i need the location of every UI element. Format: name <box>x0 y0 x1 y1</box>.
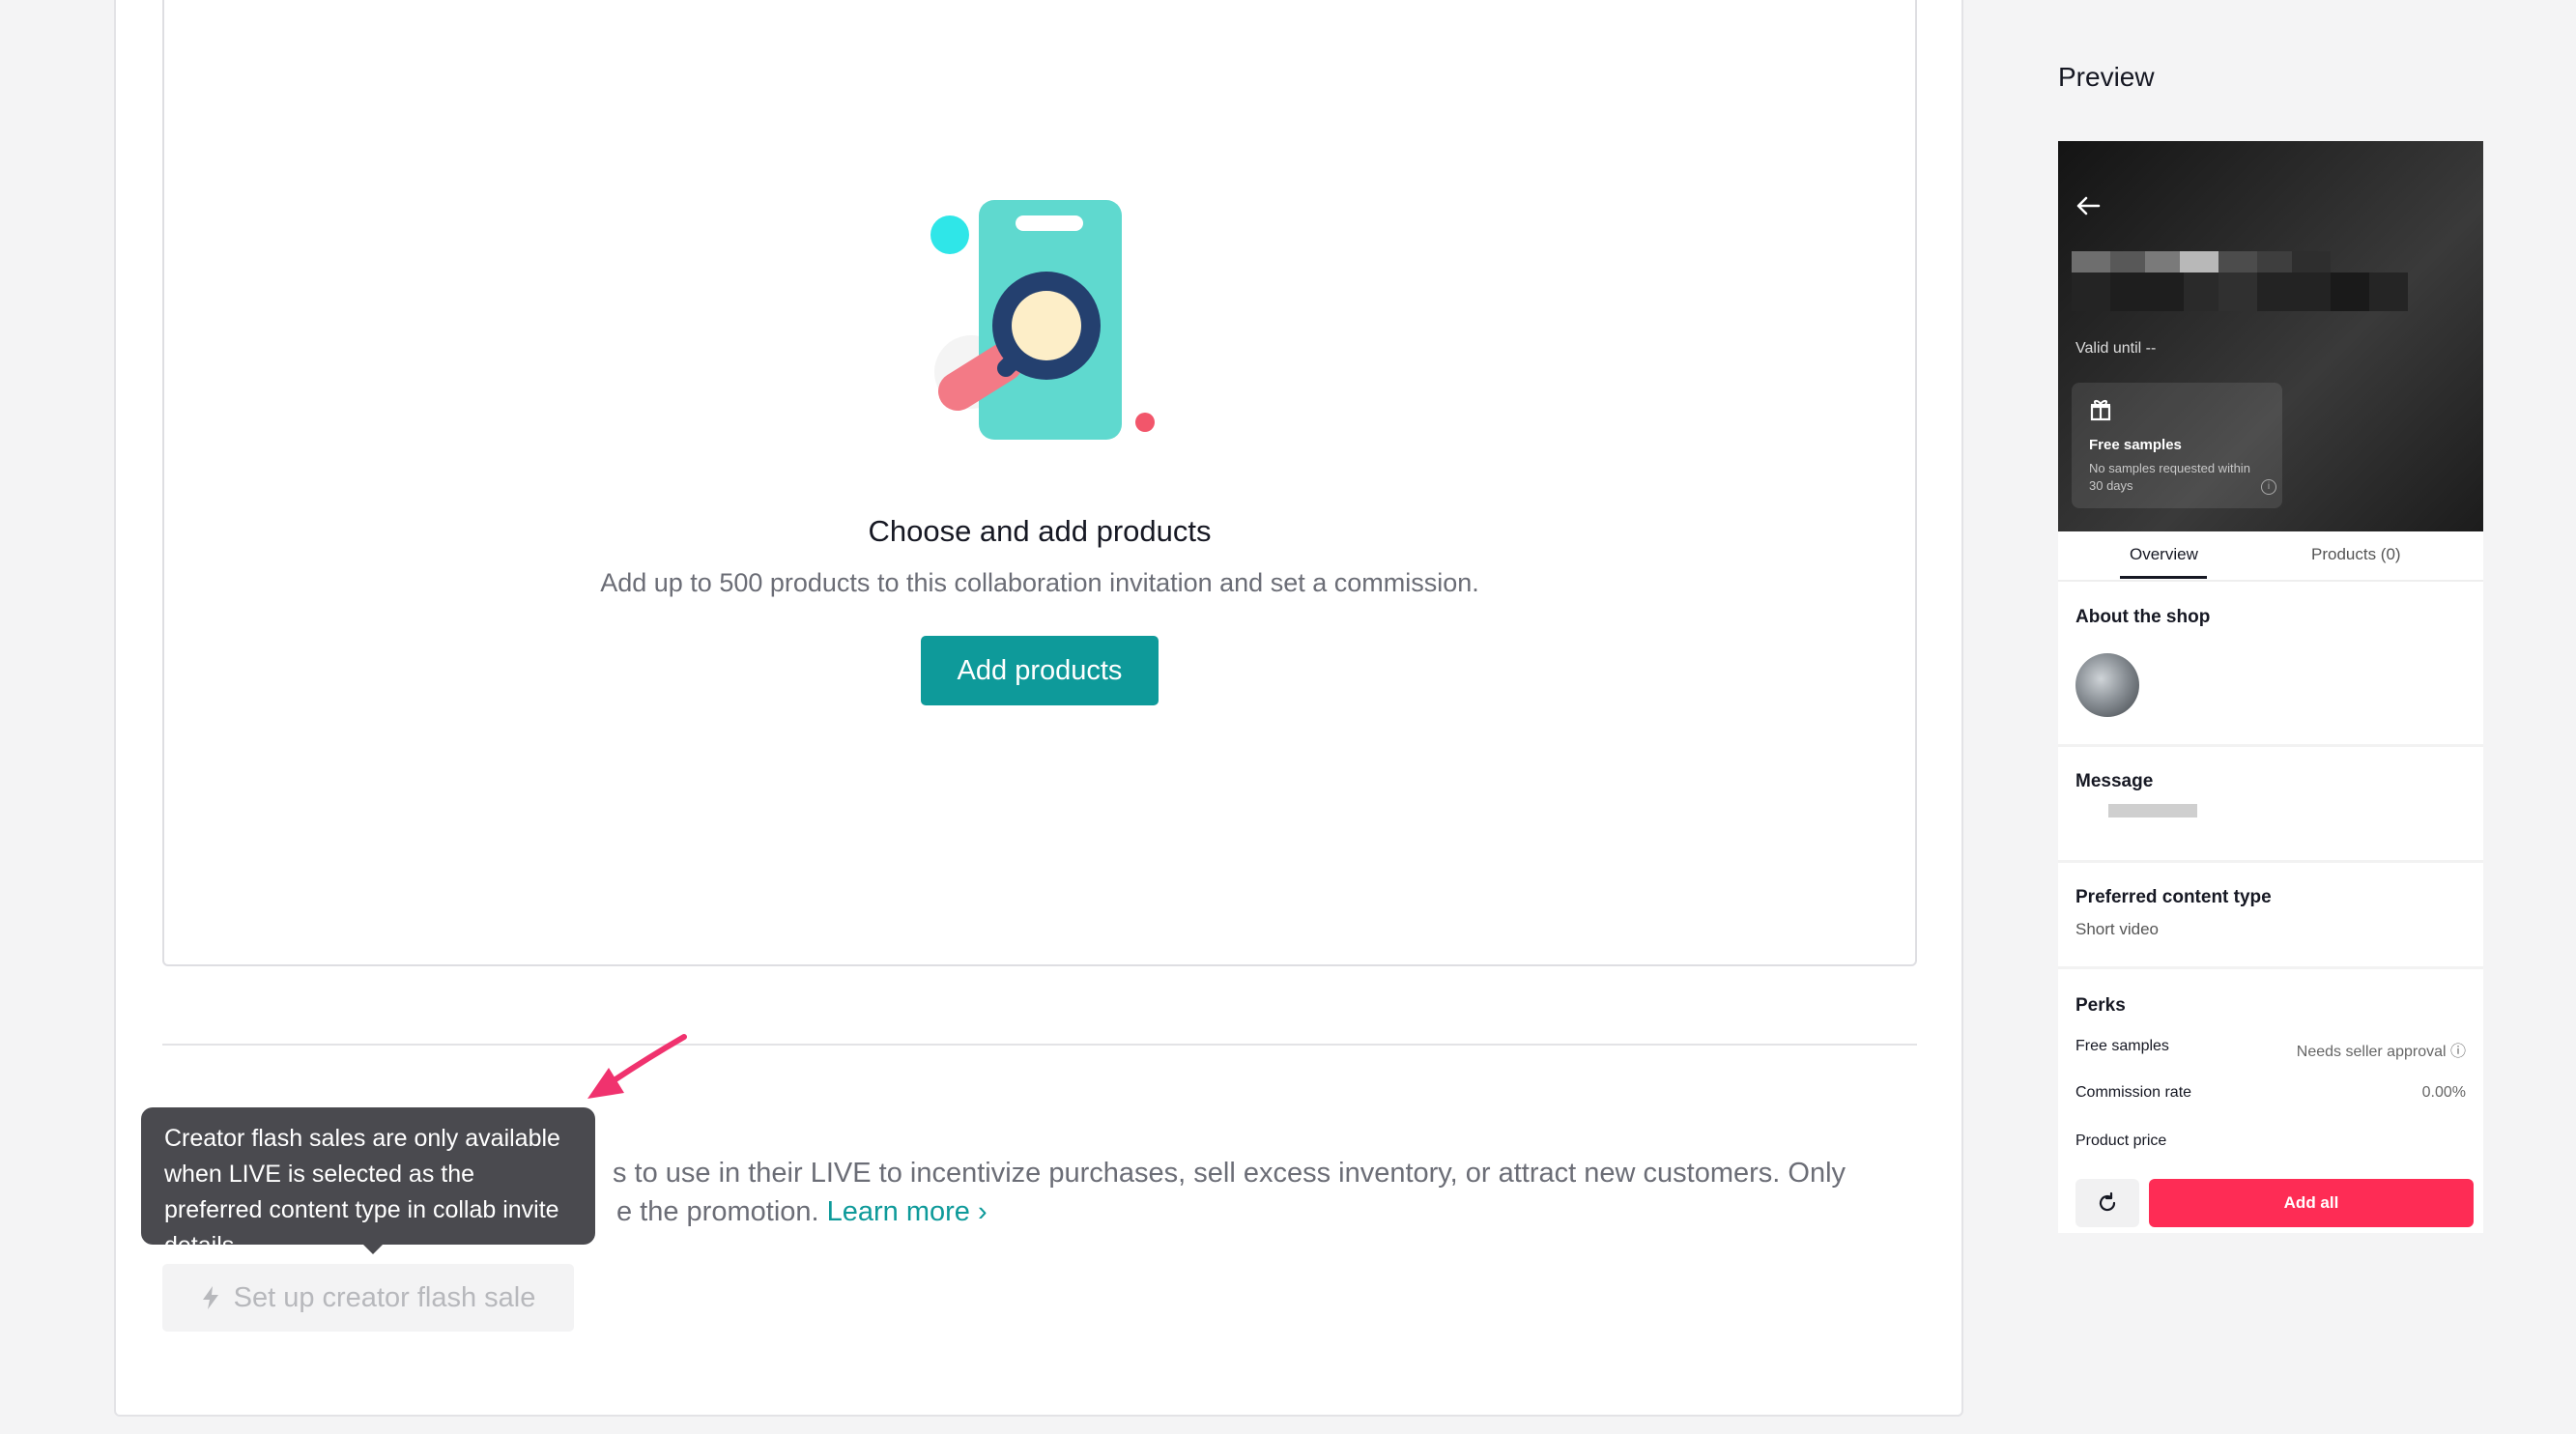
flash-sale-tooltip: Creator flash sales are only available w… <box>141 1107 595 1259</box>
tooltip-pointer <box>361 1243 385 1254</box>
products-empty-state <box>162 0 1917 966</box>
preview-title: Preview <box>2058 62 2155 92</box>
free-samples-card-subtitle: No samples requested within 30 days <box>2089 461 2250 493</box>
shop-avatar <box>2075 653 2139 717</box>
section-divider <box>162 1044 1917 1046</box>
learn-more-link[interactable]: Learn more › <box>827 1196 987 1227</box>
separator <box>2058 744 2483 747</box>
perk-free-samples-label: Free samples <box>2075 1038 2169 1054</box>
shop-name-redacted <box>2072 251 2429 313</box>
add-products-button[interactable]: Add products <box>921 636 1159 705</box>
preview-phone: Valid until -- Free samples No samples r… <box>2058 141 2483 1233</box>
perk-product-price-label: Product price <box>2075 1133 2167 1149</box>
gift-icon <box>2090 400 2111 421</box>
product-search-illustration <box>930 200 1155 440</box>
perks-title: Perks <box>2075 995 2126 1016</box>
separator <box>2058 860 2483 863</box>
setup-flash-sale-button[interactable]: Set up creator flash sale <box>162 1264 574 1332</box>
annotation-arrow-icon <box>587 1034 687 1099</box>
products-title: Choose and add products <box>868 514 1212 548</box>
valid-until-text: Valid until -- <box>2075 340 2157 357</box>
free-samples-card-title: Free samples <box>2089 437 2182 453</box>
products-description: Add up to 500 products to this collabora… <box>600 568 1479 597</box>
learn-more-label: Learn more <box>826 1196 970 1227</box>
preview-tabs: Overview Products (0) <box>2058 531 2483 582</box>
refresh-icon <box>2099 1191 2116 1212</box>
chevron-right-icon: › <box>978 1196 987 1227</box>
flash-sale-description-tail: e the promotion. <box>616 1196 819 1227</box>
add-all-button[interactable]: Add all <box>2149 1179 2474 1227</box>
info-icon[interactable]: i <box>2261 479 2276 495</box>
lightning-icon <box>202 1286 218 1309</box>
shop-header-banner: Valid until -- Free samples No samples r… <box>2058 141 2483 531</box>
active-tab-indicator <box>2120 576 2207 579</box>
perk-commission-value: 0.00% <box>2421 1084 2466 1101</box>
perk-free-samples-value: Needs seller approval ⓘ <box>2296 1044 2466 1060</box>
tab-products[interactable]: Products (0) <box>2311 545 2401 564</box>
about-shop-title: About the shop <box>2075 607 2211 627</box>
free-samples-card: Free samples No samples requested within… <box>2072 383 2282 508</box>
separator <box>2058 966 2483 969</box>
message-title: Message <box>2075 771 2154 791</box>
perk-commission-label: Commission rate <box>2075 1084 2192 1101</box>
setup-flash-sale-label: Set up creator flash sale <box>233 1281 536 1313</box>
preferred-content-type-title: Preferred content type <box>2075 887 2272 907</box>
tab-overview[interactable]: Overview <box>2130 545 2198 564</box>
refresh-button[interactable] <box>2075 1179 2139 1227</box>
message-redacted <box>2108 804 2197 817</box>
preferred-content-type-value: Short video <box>2075 920 2159 938</box>
back-arrow-icon[interactable] <box>2074 191 2103 220</box>
